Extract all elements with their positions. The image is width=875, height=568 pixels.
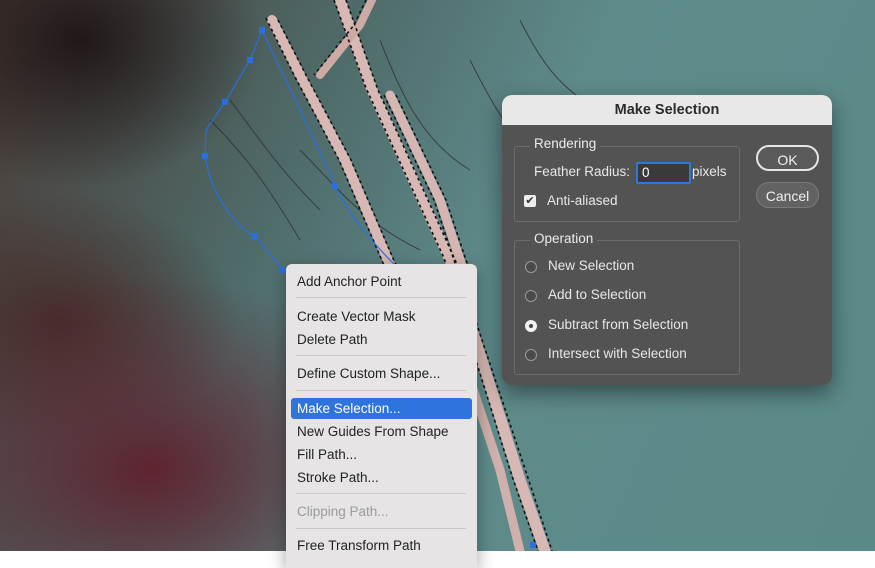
menu-item-add-anchor-point[interactable]: Add Anchor Point	[291, 271, 472, 292]
menu-item-clipping-path: Clipping Path...	[297, 504, 389, 519]
radio-new-selection-label: New Selection	[548, 258, 635, 273]
anchor-point[interactable]	[252, 233, 258, 239]
radio-new-selection[interactable]	[525, 261, 537, 273]
menu-item-create-vector-mask[interactable]: Create Vector Mask	[291, 306, 472, 327]
anchor-point[interactable]	[530, 542, 536, 548]
anchor-point[interactable]	[259, 27, 265, 33]
operation-legend: Operation	[530, 231, 598, 246]
menu-separator	[296, 493, 466, 494]
radio-intersect-with-selection[interactable]	[525, 349, 537, 361]
menu-item-free-transform-path[interactable]: Free Transform Path	[291, 535, 472, 556]
menu-separator	[296, 297, 466, 298]
anchor-point[interactable]	[202, 153, 208, 159]
menu-item-delete-path[interactable]: Delete Path	[291, 329, 472, 350]
anti-aliased-label: Anti-aliased	[547, 193, 618, 208]
radio-add-to-selection-label: Add to Selection	[548, 287, 647, 302]
feather-unit-label: pixels	[692, 164, 727, 179]
menu-separator	[296, 355, 466, 356]
anchor-point[interactable]	[332, 183, 338, 189]
make-selection-dialog: Make Selection Rendering Feather Radius:…	[502, 95, 832, 385]
radio-subtract-from-selection[interactable]	[525, 320, 537, 332]
menu-item-stroke-path[interactable]: Stroke Path...	[291, 467, 472, 488]
radio-subtract-from-selection-label: Subtract from Selection	[548, 317, 689, 332]
rendering-group	[514, 146, 740, 222]
menu-separator	[296, 390, 466, 391]
dialog-title: Make Selection	[502, 95, 832, 125]
radio-add-to-selection[interactable]	[525, 290, 537, 302]
menu-separator	[296, 528, 466, 529]
feather-radius-label: Feather Radius:	[534, 164, 631, 179]
cancel-button[interactable]: Cancel	[756, 182, 819, 208]
anchor-point[interactable]	[247, 57, 253, 63]
menu-item-make-selection[interactable]: Make Selection...	[291, 398, 472, 419]
menu-item-new-guides-from-shape[interactable]: New Guides From Shape	[291, 421, 472, 442]
context-menu: Add Anchor Point Create Vector Mask Dele…	[286, 264, 477, 568]
ok-button[interactable]: OK	[756, 145, 819, 171]
menu-item-define-custom-shape[interactable]: Define Custom Shape...	[291, 363, 472, 384]
menu-item-fill-path[interactable]: Fill Path...	[291, 444, 472, 465]
anchor-point[interactable]	[222, 99, 228, 105]
anti-aliased-checkbox[interactable]: ✔	[524, 195, 536, 207]
radio-intersect-with-selection-label: Intersect with Selection	[548, 346, 687, 361]
feather-radius-input[interactable]: 0	[636, 162, 691, 184]
rendering-legend: Rendering	[530, 136, 601, 151]
